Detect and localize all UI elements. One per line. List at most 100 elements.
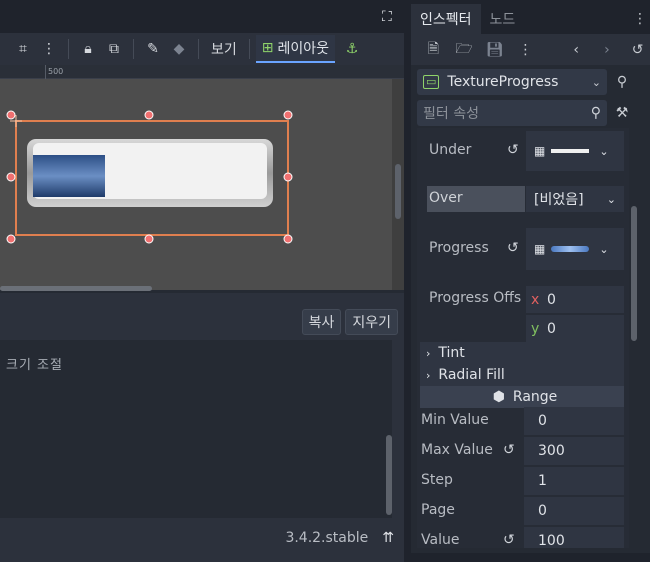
resize-handle[interactable]: [283, 172, 293, 182]
group-icon[interactable]: ⧉: [101, 36, 127, 62]
ruler-tick: [45, 65, 46, 79]
offset-x-field[interactable]: x 0: [526, 286, 624, 313]
progress-label: Progress: [429, 240, 489, 256]
top-strip: ⛶: [0, 0, 404, 33]
chevron-right-icon: ›: [426, 368, 431, 382]
ruler-label: 500: [48, 67, 64, 76]
min-value-field[interactable]: 0: [524, 407, 624, 435]
node-type-row: ▭ TextureProgress ⌄ ⚲: [417, 68, 645, 96]
horizontal-ruler: 500: [0, 65, 404, 79]
bone-icon[interactable]: ✎: [140, 36, 166, 62]
lock-icon[interactable]: 🔒︎: [75, 36, 101, 62]
tab-node[interactable]: 노드: [481, 4, 525, 34]
collapse-panel-icon[interactable]: ⇈: [382, 530, 394, 546]
property-min-value: Min Value 0: [417, 406, 629, 436]
value-label: Value: [421, 532, 460, 548]
status-bar: 3.4.2.stable ⇈: [0, 521, 404, 554]
copy-button[interactable]: 복사: [301, 308, 342, 335]
node-type-label: TextureProgress: [447, 74, 559, 90]
step-field[interactable]: 1: [524, 467, 624, 495]
dock-menu-icon[interactable]: ⋮: [630, 4, 650, 34]
camera-icon[interactable]: ◆: [166, 36, 192, 62]
version-label: 3.4.2.stable: [285, 529, 369, 546]
progress-texture-picker[interactable]: ▦ ⌄: [526, 228, 624, 270]
fullscreen-icon[interactable]: ⛶: [382, 9, 392, 25]
inspector-dock: 인스펙터 노드 ⋮ 🗎 🗁 💾︎ ⋮ ‹ › ↺ ▭ TextureProgre…: [411, 4, 650, 553]
scroll-thumb[interactable]: [0, 286, 152, 291]
doc-search-icon[interactable]: ⚲: [607, 69, 637, 95]
section-range[interactable]: ⬢ Range: [420, 386, 624, 408]
more-icon[interactable]: ⋮: [513, 37, 538, 63]
y-axis-label: y: [531, 320, 540, 337]
open-folder-icon[interactable]: 🗁: [452, 37, 477, 63]
under-texture-picker[interactable]: ▦ ⌄: [526, 131, 624, 171]
view-menu[interactable]: 보기: [205, 39, 243, 59]
chevron-right-icon: ›: [426, 346, 431, 360]
property-max-value: Max Value ↺ 300: [417, 436, 629, 466]
scroll-thumb[interactable]: [631, 206, 637, 341]
output-scrollbar[interactable]: [386, 343, 392, 515]
new-resource-icon[interactable]: 🗎: [421, 37, 446, 63]
section-radial-fill[interactable]: › Radial Fill: [420, 364, 624, 386]
revert-icon[interactable]: ↺: [503, 532, 515, 548]
save-icon[interactable]: 💾︎: [482, 37, 507, 63]
property-scrollbar[interactable]: [631, 128, 637, 548]
resize-handle[interactable]: [6, 234, 16, 244]
scroll-thumb[interactable]: [386, 435, 392, 515]
over-value: [비었음]: [534, 192, 584, 208]
history-forward-icon[interactable]: ›: [595, 37, 620, 63]
chevron-down-icon: ⌄: [606, 192, 616, 206]
layout-menu[interactable]: ⊞ 레이아웃: [255, 35, 336, 63]
snap-icon[interactable]: ⌗: [10, 36, 36, 62]
max-value-field[interactable]: 300: [524, 437, 624, 465]
page-field[interactable]: 0: [524, 497, 624, 525]
toolbar-separator: [68, 39, 69, 59]
revert-icon[interactable]: ↺: [507, 142, 519, 158]
checker-icon: ▦: [534, 144, 546, 158]
section-tint[interactable]: › Tint: [420, 342, 624, 364]
section-radial-fill-label: Radial Fill: [438, 367, 505, 383]
tab-inspector[interactable]: 인스펙터: [411, 4, 481, 34]
canvas-toolbar: ⌗ ⋮ 🔒︎ ⧉ ✎ ◆ 보기 ⊞ 레이아웃 ⚓︎: [0, 33, 404, 65]
editor-area: ⛶ ⌗ ⋮ 🔒︎ ⧉ ✎ ◆ 보기 ⊞ 레이아웃 ⚓︎ 500 복사 지우기 크…: [0, 0, 404, 562]
cube-icon: ⬢: [492, 389, 505, 405]
texture-progress-icon: ▭: [423, 75, 440, 89]
min-value-label: Min Value: [421, 412, 489, 428]
node-type-selector[interactable]: ▭ TextureProgress ⌄: [417, 69, 607, 95]
more-options-icon[interactable]: ⋮: [36, 36, 62, 62]
value-field[interactable]: 100: [524, 527, 624, 548]
output-panel-header: 복사 지우기: [0, 303, 404, 340]
property-progress: Progress ↺ ▦ ⌄: [417, 224, 629, 274]
progress-texture-preview: [551, 246, 590, 252]
scroll-thumb[interactable]: [395, 164, 401, 219]
tools-icon[interactable]: ⚒: [607, 100, 637, 126]
resize-handle[interactable]: [6, 110, 16, 120]
offset-y-field[interactable]: y 0: [526, 315, 624, 342]
revert-icon[interactable]: ↺: [503, 442, 515, 458]
max-value-label: Max Value: [421, 442, 493, 458]
viewport-hscrollbar[interactable]: [0, 283, 392, 293]
filter-row: 필터 속성 ⚲ ⚒: [417, 99, 645, 127]
output-log: 크기 조절: [0, 340, 392, 518]
viewport-vscrollbar[interactable]: [392, 79, 404, 290]
clear-button[interactable]: 지우기: [345, 308, 398, 335]
canvas-drawing: [6, 110, 293, 244]
history-back-icon[interactable]: ‹: [564, 37, 589, 63]
filter-properties-input[interactable]: 필터 속성 ⚲: [417, 100, 607, 126]
resize-handle[interactable]: [144, 234, 154, 244]
resize-handle[interactable]: [283, 110, 293, 120]
revert-icon[interactable]: ↺: [507, 240, 519, 256]
section-tint-label: Tint: [438, 345, 465, 361]
anchor-icon[interactable]: ⚓︎: [339, 36, 365, 62]
resize-handle[interactable]: [283, 234, 293, 244]
toolbar-separator: [248, 39, 250, 59]
over-texture-picker[interactable]: [비었음] ⌄: [526, 186, 624, 212]
history-icon[interactable]: ↺: [625, 37, 650, 63]
resize-handle[interactable]: [144, 110, 154, 120]
page-label: Page: [421, 502, 455, 518]
offset-y-value: 0: [547, 320, 556, 337]
canvas-viewport[interactable]: [0, 79, 392, 290]
resize-handle[interactable]: [6, 172, 16, 182]
property-list: Under ↺ ▦ ⌄ Over [비었음] ⌄ Progress ↺ ▦ ⌄ …: [417, 128, 629, 548]
log-line: 크기 조절: [6, 358, 63, 373]
